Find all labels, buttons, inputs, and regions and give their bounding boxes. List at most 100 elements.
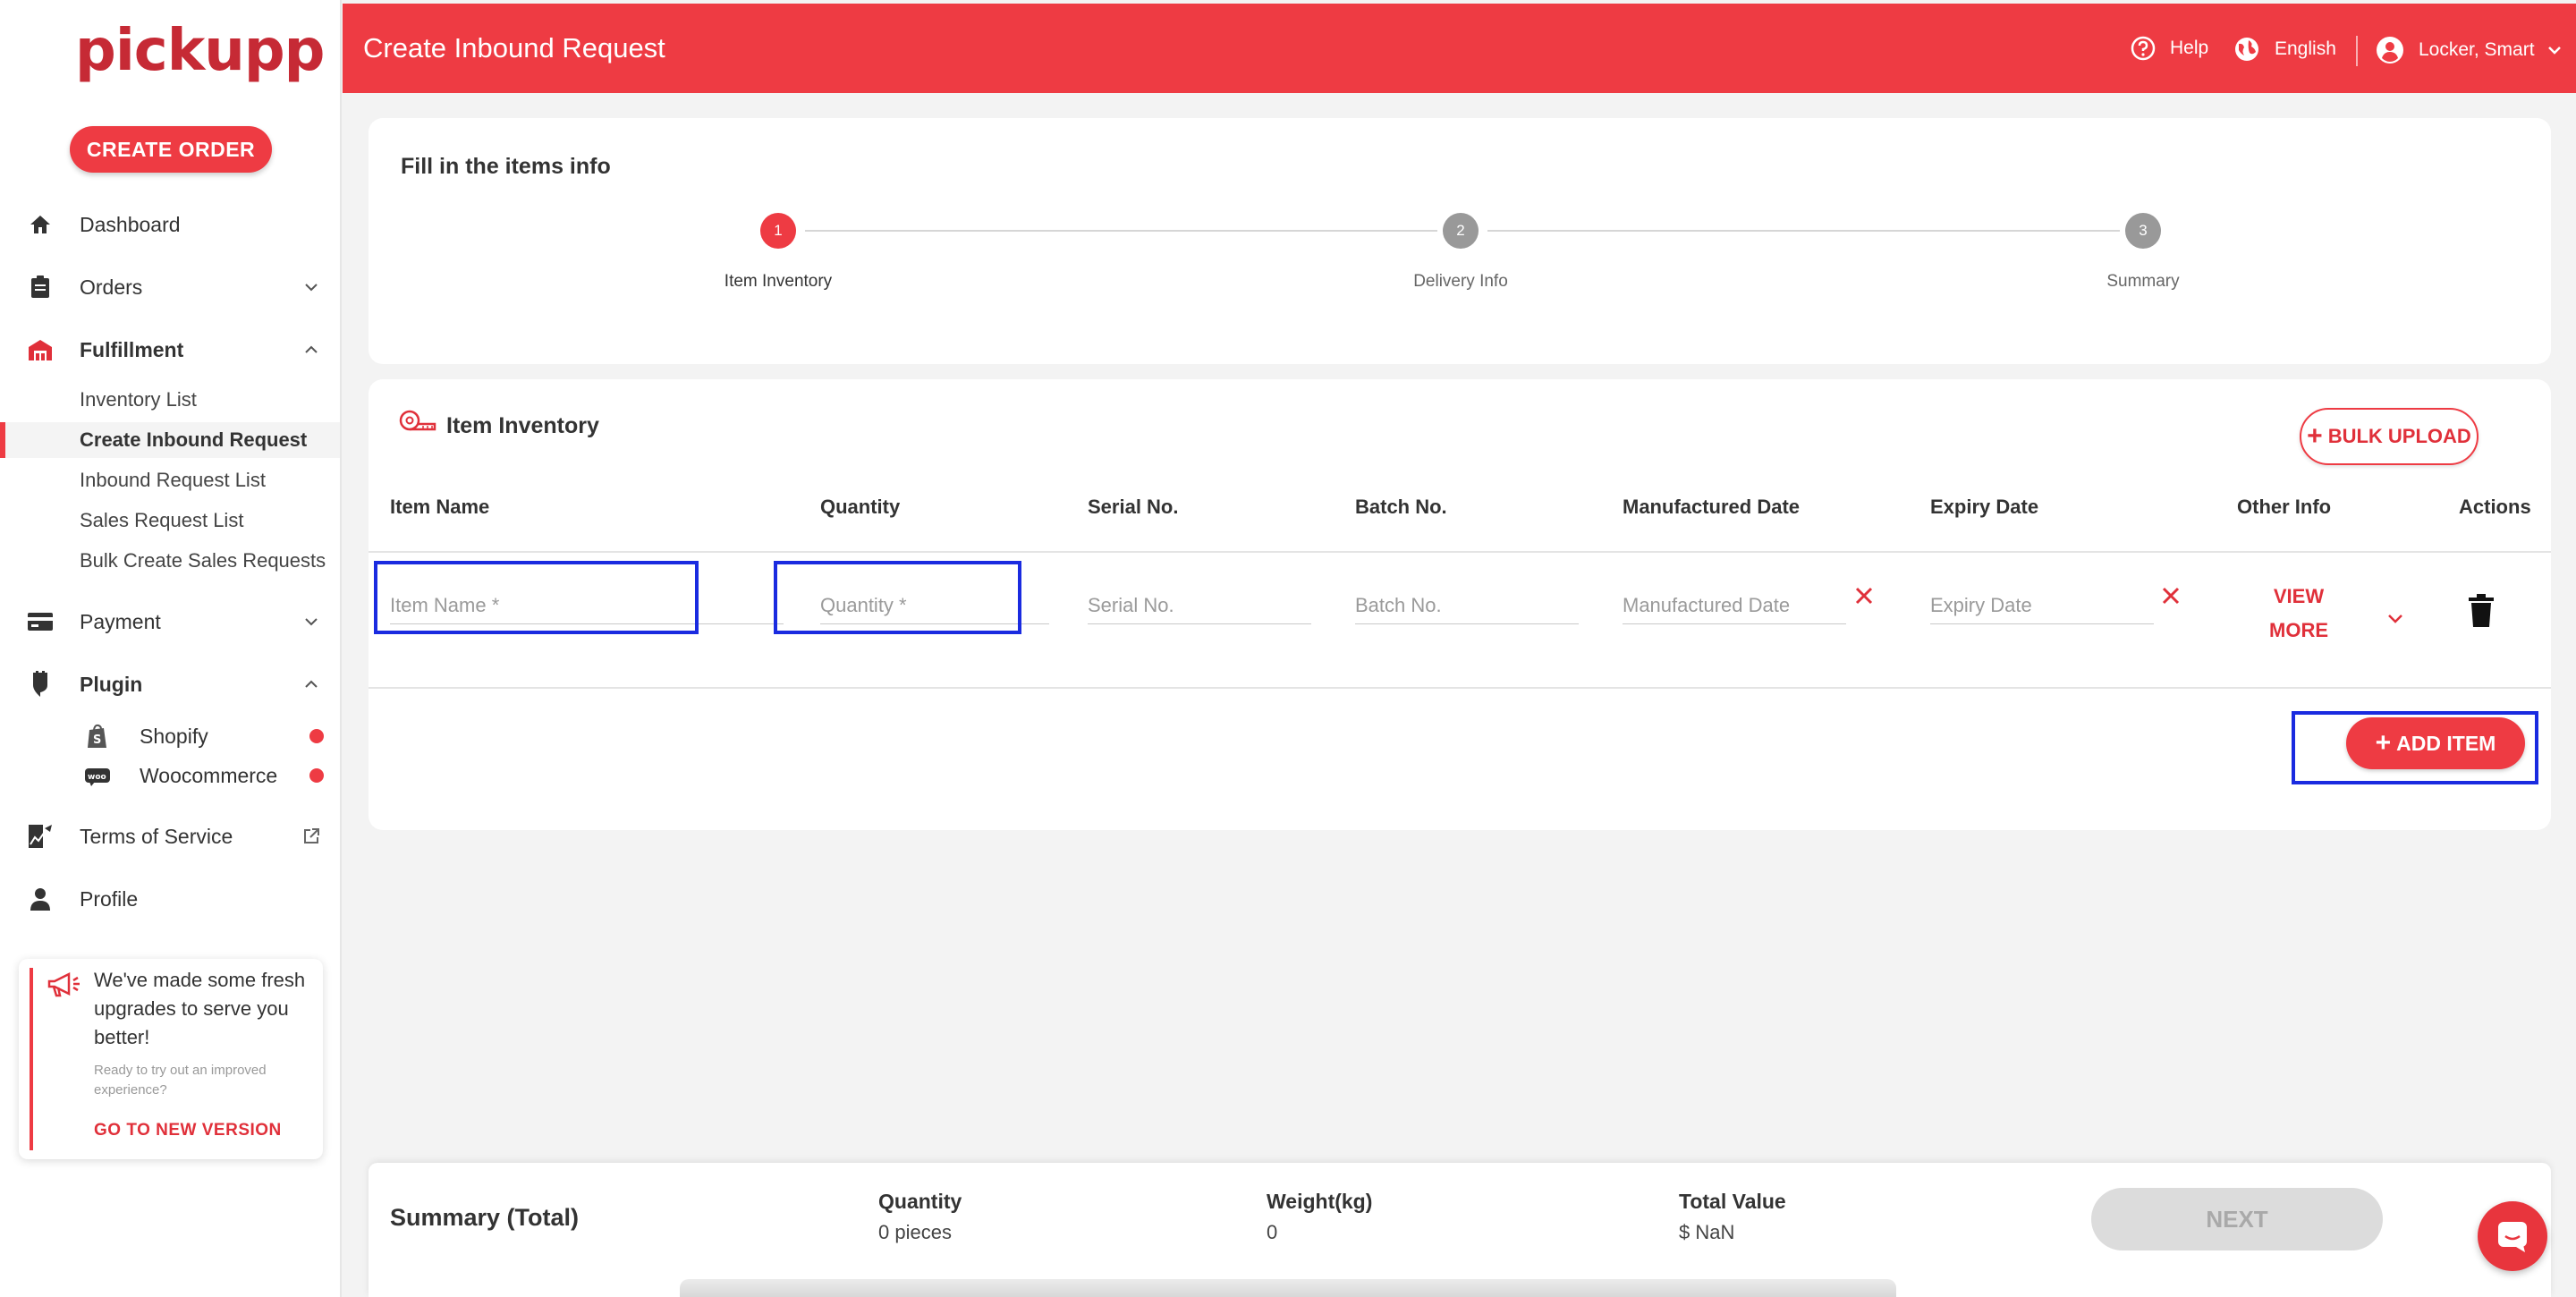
bulk-upload-label: BULK UPLOAD xyxy=(2327,425,2471,447)
help-button[interactable]: Help xyxy=(2131,36,2208,61)
document-sign-icon xyxy=(27,823,54,850)
upgrade-promo-card: We've made some fresh upgrades to serve … xyxy=(19,959,323,1159)
serial-no-input[interactable]: Serial No. xyxy=(1088,587,1311,624)
summary-quantity-value: 0 pieces xyxy=(878,1221,952,1243)
summary-weight-value: 0 xyxy=(1267,1221,1278,1243)
status-dot xyxy=(309,768,324,783)
sidebar-subitem-label: Inbound Request List xyxy=(80,469,266,491)
chat-support-button[interactable] xyxy=(2478,1201,2547,1271)
step-2-circle: 2 xyxy=(1443,213,1479,249)
step-1-label: Item Inventory xyxy=(724,272,833,291)
chevron-up-icon xyxy=(305,345,318,353)
table-divider xyxy=(369,551,2551,553)
batch-no-input[interactable]: Batch No. xyxy=(1355,587,1579,624)
item-inventory-title: Item Inventory xyxy=(446,413,599,438)
go-to-new-version-link[interactable]: GO TO NEW VERSION xyxy=(94,1121,282,1140)
sidebar-item-terms-of-service[interactable]: Terms of Service xyxy=(0,817,340,856)
next-button[interactable]: NEXT xyxy=(2091,1188,2383,1250)
chat-icon xyxy=(2498,1222,2527,1252)
sidebar-subitem-label: Bulk Create Sales Requests xyxy=(80,549,326,572)
sidebar-item-profile[interactable]: Profile xyxy=(0,879,340,919)
user-icon xyxy=(27,886,54,912)
chevron-up-icon xyxy=(305,680,318,688)
bottom-scroll-shadow xyxy=(680,1279,1896,1297)
sidebar-item-orders[interactable]: Orders xyxy=(0,267,340,307)
status-dot xyxy=(309,729,324,743)
sidebar-plugin-woocommerce[interactable]: woo Woocommerce xyxy=(0,758,340,793)
step-connector xyxy=(805,230,1437,232)
sidebar-item-label: Dashboard xyxy=(80,212,181,236)
language-selector[interactable]: English xyxy=(2233,36,2336,63)
summary-weight: Weight(kg) 0 xyxy=(1267,1190,1372,1244)
language-label: English xyxy=(2275,38,2336,59)
account-circle-icon xyxy=(2377,37,2403,64)
sidebar-subitem-sales-request-list[interactable]: Sales Request List xyxy=(0,503,340,538)
help-label: Help xyxy=(2170,38,2209,58)
clear-expiry-date-icon[interactable] xyxy=(2157,581,2185,610)
column-header-quantity: Quantity xyxy=(820,496,901,518)
plug-icon xyxy=(27,671,54,698)
woocommerce-icon: woo xyxy=(85,768,110,786)
sidebar-subitem-label: Create Inbound Request xyxy=(80,428,308,451)
view-more-line-1: VIEW xyxy=(2273,585,2325,607)
help-icon xyxy=(2131,36,2156,61)
column-header-expiry-date: Expiry Date xyxy=(1930,496,2039,518)
page-title: Create Inbound Request xyxy=(363,32,665,64)
sidebar-item-dashboard[interactable]: Dashboard xyxy=(0,205,340,244)
summary-weight-label: Weight(kg) xyxy=(1267,1190,1373,1213)
sidebar-subitem-bulk-create-sales-requests[interactable]: Bulk Create Sales Requests xyxy=(0,543,340,579)
sidebar-subitem-label: Inventory List xyxy=(80,388,197,411)
column-header-batch-no: Batch No. xyxy=(1355,496,1447,518)
globe-icon xyxy=(2235,38,2258,61)
sidebar-item-plugin[interactable]: Plugin xyxy=(0,665,340,704)
highlight-add-item xyxy=(2292,711,2538,784)
user-name: Locker, Smart xyxy=(2419,39,2535,60)
view-more-line-2: MORE xyxy=(2269,619,2328,641)
view-more-button[interactable]: VIEW MORE xyxy=(2254,580,2343,648)
plus-icon: + xyxy=(2307,421,2323,451)
home-icon xyxy=(27,211,54,238)
column-header-actions: Actions xyxy=(2459,496,2531,518)
user-menu[interactable]: Locker, Smart xyxy=(2376,36,2563,64)
summary-title: Summary (Total) xyxy=(390,1204,580,1231)
sidebar-item-label: Fulfillment xyxy=(80,337,184,361)
sidebar-subitem-create-inbound-request[interactable]: Create Inbound Request xyxy=(0,422,340,458)
column-header-serial-no: Serial No. xyxy=(1088,496,1179,518)
sidebar-subitem-inbound-request-list[interactable]: Inbound Request List xyxy=(0,462,340,498)
step-3-circle: 3 xyxy=(2125,213,2161,249)
chevron-down-icon[interactable] xyxy=(2385,610,2406,628)
credit-card-icon xyxy=(27,608,54,635)
create-order-button[interactable]: CREATE ORDER xyxy=(70,126,272,173)
highlight-item-name xyxy=(374,561,699,634)
sidebar-item-label: Plugin xyxy=(80,672,143,696)
bulk-upload-button[interactable]: + BULK UPLOAD xyxy=(2300,408,2479,465)
sidebar-plugin-shopify[interactable]: S Shopify xyxy=(0,718,340,754)
column-header-manufactured-date: Manufactured Date xyxy=(1623,496,1801,518)
delete-row-icon[interactable] xyxy=(2467,594,2496,628)
sidebar-item-label: Terms of Service xyxy=(80,824,233,848)
summary-total-amount: $ NaN xyxy=(1679,1221,1735,1243)
stepper-card: Fill in the items info 1 2 3 Item Invent… xyxy=(369,118,2551,364)
external-link-icon xyxy=(304,828,319,843)
sidebar-item-label: Profile xyxy=(80,886,139,911)
chevron-down-icon xyxy=(305,618,318,626)
sidebar-plugin-label: Woocommerce xyxy=(140,763,278,787)
sidebar-item-fulfillment[interactable]: Fulfillment xyxy=(0,330,340,369)
step-1-circle: 1 xyxy=(760,213,796,249)
summary-total-value: Total Value $ NaN xyxy=(1679,1190,1786,1244)
summary-bar: Summary (Total) Quantity 0 pieces Weight… xyxy=(369,1163,2551,1297)
sidebar-item-label: Payment xyxy=(80,609,161,633)
manufactured-date-input[interactable]: Manufactured Date xyxy=(1623,587,1846,624)
sidebar-subitem-inventory-list[interactable]: Inventory List xyxy=(0,382,340,418)
step-connector xyxy=(1487,230,2120,232)
clear-manufactured-date-icon[interactable] xyxy=(1850,581,1878,610)
summary-quantity-label: Quantity xyxy=(878,1190,962,1213)
clipboard-icon xyxy=(27,274,54,301)
column-header-other-info: Other Info xyxy=(2237,496,2332,518)
sidebar-item-payment[interactable]: Payment xyxy=(0,602,340,641)
svg-text:woo: woo xyxy=(88,773,106,782)
pickupp-logo[interactable]: pickupp xyxy=(75,18,325,84)
highlight-quantity xyxy=(774,561,1021,634)
chevron-down-icon xyxy=(2547,47,2561,55)
expiry-date-input[interactable]: Expiry Date xyxy=(1930,587,2154,624)
